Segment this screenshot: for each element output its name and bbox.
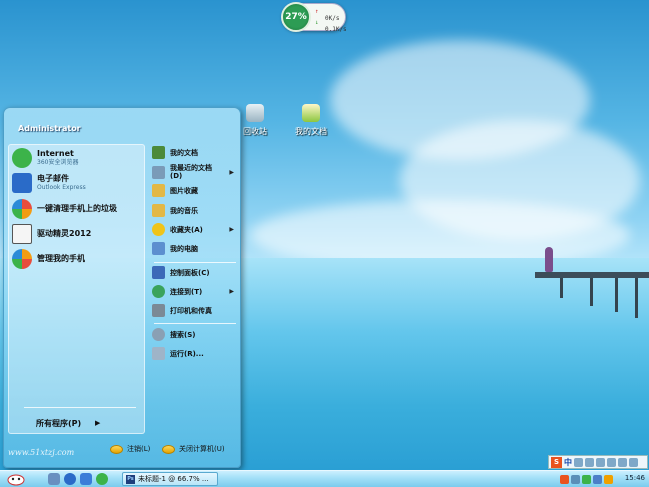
pinned-internet[interactable]: Internet 360安全浏览器 [12,148,142,168]
places-music[interactable]: 我的音乐 [152,204,240,217]
start-menu-username: Administrator [18,124,81,133]
start-button[interactable] [4,472,28,486]
watermark: www.51xtzj.com [8,448,75,457]
search-icon [152,328,165,341]
logoff-icon [110,444,123,454]
places-my-computer[interactable]: 我的电脑 [152,242,240,255]
places-run[interactable]: 运行(R)... [152,347,240,360]
girl-figure [545,247,553,272]
places-my-documents[interactable]: 我的文档 [152,146,240,159]
places-connect-to[interactable]: 连接到(T) ▶ [152,285,240,298]
start-logo-icon [7,474,25,486]
pictures-icon [152,184,165,197]
punctuation-icon[interactable] [585,457,594,467]
download-arrow-icon: ↓ [315,19,319,26]
music-icon [152,204,165,217]
quicklaunch-desktop-icon[interactable] [48,473,60,485]
recent-docs-icon [152,165,165,179]
favorites-icon [152,223,165,236]
volume-tray-icon[interactable] [604,475,613,484]
phone-clean-icon [12,199,32,219]
download-speed: 0.1K/s [325,26,347,33]
network-tray-icon[interactable] [593,475,602,484]
run-icon [152,347,165,360]
submenu-arrow-icon: ▶ [229,226,234,233]
moon-icon[interactable] [574,457,583,467]
submenu-arrow-icon: ▶ [229,288,234,295]
my-documents-icon [302,104,320,122]
security-tray-icon[interactable] [582,475,591,484]
quicklaunch-ie-icon[interactable] [64,473,76,485]
places-favorites[interactable]: 收藏夹(A) ▶ [152,223,240,236]
shutdown-icon [162,444,175,454]
settings-icon[interactable] [629,457,638,467]
control-panel-icon [152,266,165,279]
submenu-arrow-icon: ▶ [229,168,234,176]
my-docs-icon [152,146,165,159]
pinned-phone-clean[interactable]: 一键清理手机上的垃圾 [12,199,142,219]
taskbar: Ps 未标题-1 @ 66.7% ... 15:46 [0,470,649,487]
separator [154,262,236,263]
quicklaunch-360-icon[interactable] [96,473,108,485]
email-icon [12,173,32,193]
phone-manager-icon [12,249,32,269]
printer-icon [152,304,165,317]
shutdown-button[interactable]: 关闭计算机(U) [162,444,225,454]
separator [154,323,236,324]
pinned-phone-manager[interactable]: 管理我的手机 [12,249,142,269]
keyboard-icon[interactable] [596,457,605,467]
separator [24,407,136,408]
pinned-email[interactable]: 电子邮件 Outlook Express [12,173,142,193]
sogou-logo-icon: S [551,456,562,468]
clock[interactable]: 15:46 [625,474,645,482]
tray-arrow-icon[interactable] [571,475,580,484]
my-computer-icon [152,242,165,255]
connect-icon [152,285,165,298]
desktop-icon-label: 我的文档 [295,127,327,136]
quicklaunch-media-icon[interactable] [80,473,92,485]
driver-genius-icon [12,224,32,244]
places-control-panel[interactable]: 控制面板(C) [152,266,240,279]
start-menu: Administrator Internet 360安全浏览器 电子邮件 Out… [3,107,241,468]
all-programs-button[interactable]: 所有程序(P) [36,418,81,429]
places-recent-documents[interactable]: 我最近的文档(D) ▶ [152,164,240,180]
upload-arrow-icon: ↑ [315,8,319,15]
skin-icon[interactable] [607,457,616,467]
recycle-bin-icon [246,104,264,122]
places-printers[interactable]: 打印机和传真 [152,304,240,317]
taskbar-photoshop-window[interactable]: Ps 未标题-1 @ 66.7% ... [122,472,218,486]
places-search[interactable]: 搜索(S) [152,328,240,341]
desktop-icon-my-documents[interactable]: 我的文档 [287,104,335,137]
tools-icon[interactable] [618,457,627,467]
ime-language[interactable]: 中 [564,457,572,468]
network-speed-widget[interactable]: 27% ↑ 0K/s ↓ 0.1K/s [281,2,347,33]
all-programs-arrow-icon: ▶ [95,419,101,427]
network-usage-gauge: 27% [281,2,311,32]
logoff-button[interactable]: 注销(L) [110,444,150,454]
pinned-driver-genius[interactable]: 驱动精灵2012 [12,224,142,244]
ime-toolbar[interactable]: S 中 [548,455,648,469]
sogou-tray-icon[interactable] [560,475,569,484]
places-pictures[interactable]: 图片收藏 [152,184,240,197]
browser-icon [12,148,32,168]
photoshop-icon: Ps [126,474,135,484]
